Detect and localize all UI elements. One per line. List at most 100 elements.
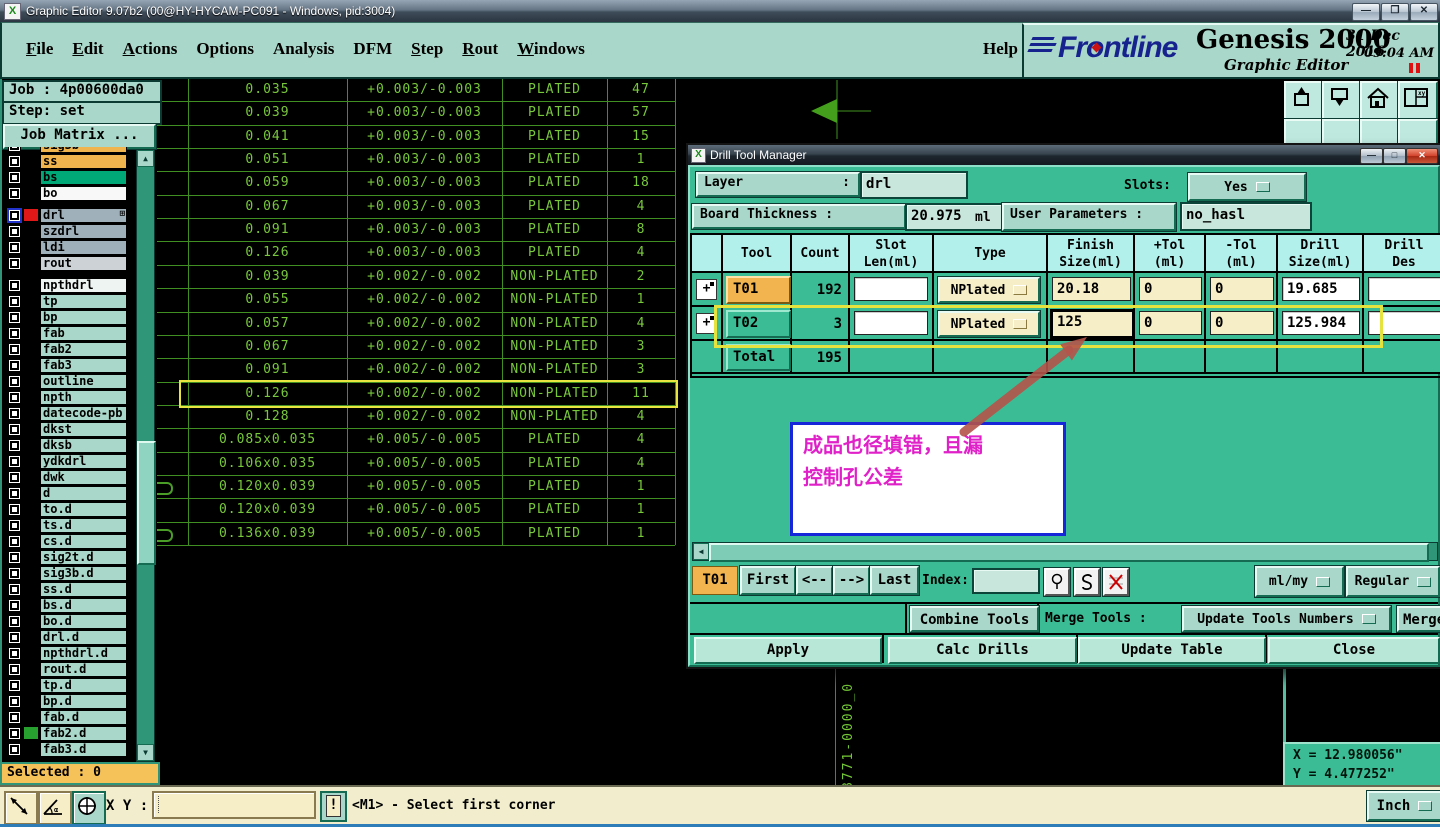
layer-checkbox[interactable] — [8, 295, 21, 308]
layer-checkbox[interactable] — [8, 241, 21, 254]
layer-row-bs[interactable]: bs — [0, 170, 156, 186]
layer-label[interactable]: ydkdrl — [40, 454, 127, 469]
layer-row-rout[interactable]: rout — [0, 256, 156, 272]
menu-step[interactable]: Step — [407, 37, 447, 61]
menu-help[interactable]: Help — [983, 39, 1018, 59]
layer-label[interactable]: dksb — [40, 438, 127, 453]
partial-icon[interactable] — [1397, 118, 1438, 143]
layer-checkbox[interactable] — [8, 257, 21, 270]
layer-label[interactable]: ss.d — [40, 582, 127, 597]
layer-row-dksb[interactable]: dksb — [0, 438, 156, 454]
layer-checkbox[interactable] — [7, 208, 22, 223]
pause-icon[interactable] — [1416, 63, 1420, 73]
slots-dropdown[interactable]: Yes — [1187, 172, 1307, 202]
layer-checkbox[interactable] — [8, 487, 21, 500]
layer-checkbox[interactable] — [8, 187, 21, 200]
menu-file[interactable]: File — [22, 37, 57, 61]
layer-row-bo.d[interactable]: bo.d — [0, 614, 156, 630]
layer-checkbox[interactable] — [8, 423, 21, 436]
user-parameters-input[interactable]: no_hasl — [1180, 202, 1312, 231]
finish-size-input[interactable]: 20.18 — [1052, 277, 1131, 301]
layer-row-fab2[interactable]: fab2 — [0, 342, 156, 358]
layer-label[interactable]: fab3.d — [40, 742, 127, 757]
prev-button[interactable]: <-- — [795, 565, 834, 596]
layer-checkbox[interactable] — [8, 375, 21, 388]
layer-row-bp.d[interactable]: bp.d — [0, 694, 156, 710]
close-button[interactable]: ✕ — [1410, 3, 1438, 21]
layer-row-tp[interactable]: tp — [0, 294, 156, 310]
scrollbar-thumb[interactable] — [709, 543, 1429, 562]
units-inch-dropdown[interactable]: Inch — [1366, 790, 1440, 822]
slot-len-input[interactable] — [854, 277, 928, 301]
next-button[interactable]: --> — [832, 565, 871, 596]
layer-checkbox[interactable] — [8, 343, 21, 356]
layer-checkbox[interactable] — [8, 407, 21, 420]
measure-icon[interactable] — [4, 791, 38, 825]
layer-label[interactable]: rout — [40, 256, 127, 271]
layer-row-ts.d[interactable]: ts.d — [0, 518, 156, 534]
job-matrix-button[interactable]: Job Matrix ... — [2, 123, 157, 150]
layer-checkbox[interactable] — [8, 615, 21, 628]
pause-icon[interactable] — [1409, 63, 1413, 73]
layer-checkbox[interactable] — [8, 647, 21, 660]
layer-checkbox[interactable] — [8, 583, 21, 596]
layer-checkbox[interactable] — [8, 567, 21, 580]
menu-windows[interactable]: Windows — [513, 37, 589, 61]
layer-checkbox[interactable] — [8, 679, 21, 692]
units-dropdown[interactable]: ml/my — [1254, 565, 1345, 598]
plus-tol-input[interactable]: 0 — [1139, 277, 1202, 301]
user-parameters-button[interactable]: User Parameters : — [1001, 202, 1177, 232]
partial-icon[interactable] — [1284, 118, 1325, 143]
layer-label[interactable]: ss — [40, 154, 127, 169]
layer-row-cs.d[interactable]: cs.d — [0, 534, 156, 550]
layer-checkbox[interactable] — [8, 359, 21, 372]
drill-des-input[interactable] — [1368, 277, 1440, 301]
lamp-icon[interactable] — [1043, 567, 1071, 597]
similar-icon[interactable] — [1073, 567, 1101, 597]
layer-row-fab3[interactable]: fab3 — [0, 358, 156, 374]
layer-label[interactable]: bp.d — [40, 694, 127, 709]
layer-label[interactable]: dkst — [40, 422, 127, 437]
layer-row-to.d[interactable]: to.d — [0, 502, 156, 518]
layer-row-drl[interactable]: drl ⊞ — [0, 208, 156, 224]
layer-label[interactable]: drl.d — [40, 630, 127, 645]
layer-row-outline[interactable]: outline — [0, 374, 156, 390]
layer-label[interactable]: bp — [40, 310, 127, 325]
layer-row-sig3b[interactable]: sig3b — [0, 147, 156, 154]
alert-button[interactable]: ! — [320, 791, 347, 822]
menu-actions[interactable]: Actions — [119, 37, 182, 61]
menu-edit[interactable]: Edit — [68, 37, 107, 61]
layer-label[interactable]: sig3b.d — [40, 566, 127, 581]
layer-row-tp.d[interactable]: tp.d — [0, 678, 156, 694]
layer-label[interactable]: fab2 — [40, 342, 127, 357]
layer-label[interactable]: tp.d — [40, 678, 127, 693]
scroll-left-icon[interactable]: ◀ — [693, 543, 709, 560]
layer-label[interactable]: rout.d — [40, 662, 127, 677]
layer-row-bp[interactable]: bp — [0, 310, 156, 326]
layer-label[interactable]: ldi — [40, 240, 127, 255]
dialog-maximize-button[interactable]: □ — [1383, 148, 1406, 164]
layer-checkbox[interactable] — [8, 663, 21, 676]
delete-cross-icon[interactable] — [1102, 567, 1130, 597]
layer-row-fab3.d[interactable]: fab3.d — [0, 742, 156, 758]
layer-label[interactable]: bo.d — [40, 614, 127, 629]
screen-down-icon[interactable] — [1321, 81, 1363, 121]
merge-button[interactable]: Merge — [1396, 605, 1440, 633]
layer-row-sig3b.d[interactable]: sig3b.d — [0, 566, 156, 582]
layer-checkbox[interactable] — [8, 147, 21, 152]
minus-tol-input[interactable]: 0 — [1210, 277, 1274, 301]
layer-checkbox[interactable] — [8, 519, 21, 532]
layer-label[interactable]: outline — [40, 374, 127, 389]
layer-input[interactable]: drl — [860, 171, 968, 199]
layer-row-npthdrl[interactable]: npthdrl — [0, 278, 156, 294]
menu-options[interactable]: Options — [192, 37, 258, 61]
menu-analysis[interactable]: Analysis — [269, 37, 338, 61]
menu-dfm[interactable]: DFM — [349, 37, 396, 61]
layer-scrollbar[interactable]: ▲ ▼ — [136, 149, 156, 762]
clipboard-up-icon[interactable] — [1284, 81, 1325, 121]
layer-label[interactable]: fab — [40, 326, 127, 341]
layer-label[interactable]: sig2t.d — [40, 550, 127, 565]
layer-label[interactable]: fab.d — [40, 710, 127, 725]
layer-checkbox[interactable] — [8, 551, 21, 564]
layer-label[interactable]: to.d — [40, 502, 127, 517]
